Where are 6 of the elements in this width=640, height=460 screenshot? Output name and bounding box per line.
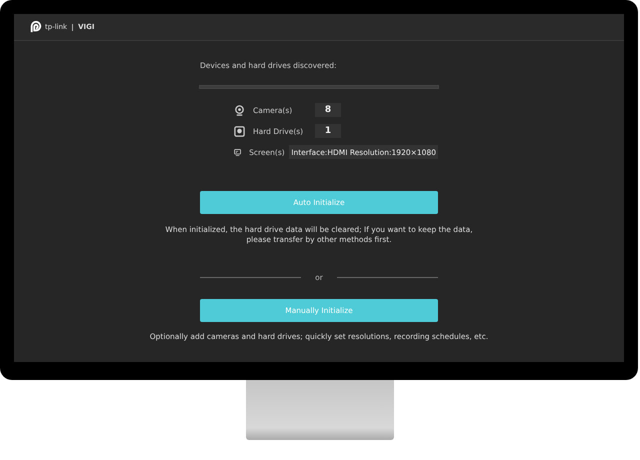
hard-drive-icon	[234, 126, 245, 136]
webcam-icon	[234, 104, 245, 116]
monitor-icon	[234, 146, 242, 158]
device-value: 1	[315, 124, 341, 138]
device-value: 8	[315, 103, 341, 117]
logo-icon	[30, 21, 42, 33]
